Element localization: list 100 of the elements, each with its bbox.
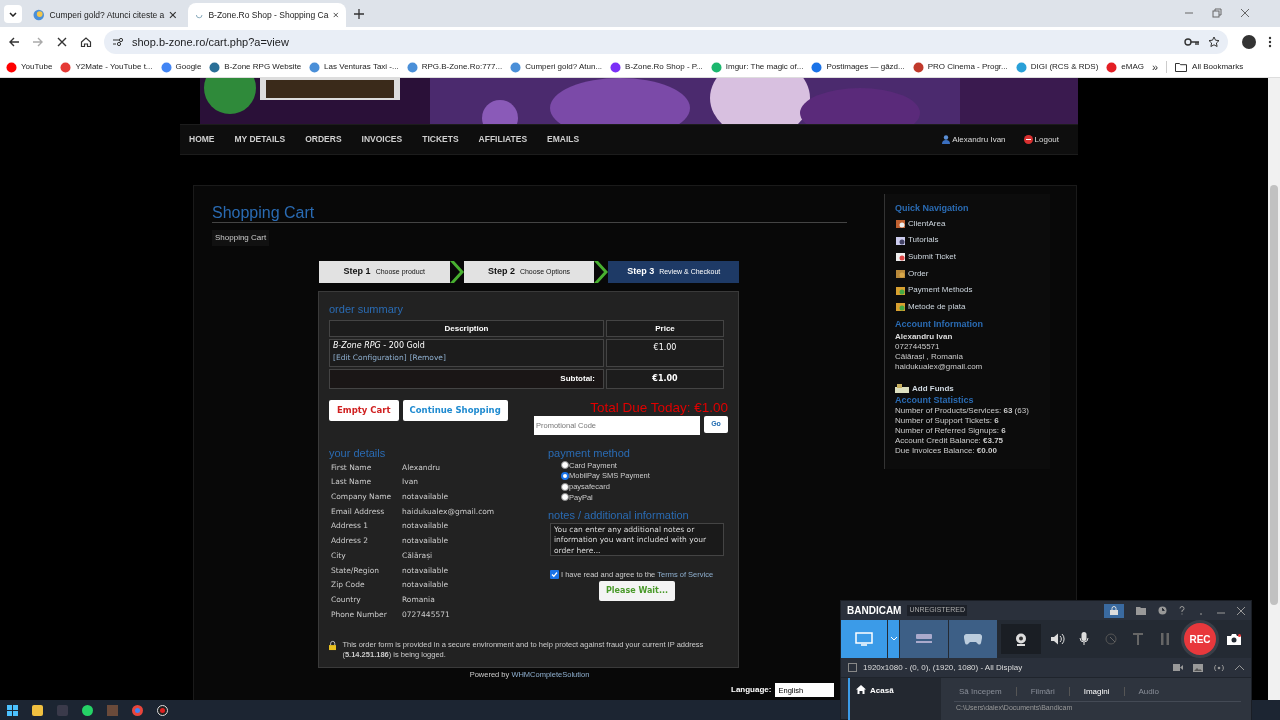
favicon-icon bbox=[811, 61, 823, 73]
section-heading: notes / additional information bbox=[548, 508, 690, 522]
bookmark[interactable]: RPG.B-Zone.Ro:777... bbox=[406, 61, 503, 73]
account-stat: Due Invoices Balance: €0.00 bbox=[895, 445, 998, 456]
favicon-icon bbox=[160, 61, 172, 73]
app-title: BANDICAM bbox=[847, 604, 902, 618]
menu-icon[interactable] bbox=[1268, 36, 1272, 48]
clock-icon[interactable] bbox=[1158, 606, 1167, 615]
close-icon[interactable] bbox=[169, 11, 177, 19]
microphone-icon[interactable] bbox=[1079, 632, 1089, 646]
bookmark[interactable]: Cumperi gold? Atun... bbox=[510, 61, 603, 73]
sidebar-link[interactable]: Submit Ticket bbox=[895, 248, 1050, 266]
nav-link[interactable]: TICKETS bbox=[422, 133, 459, 146]
bookmark[interactable]: eMAG bbox=[1106, 61, 1144, 73]
terms-checkbox[interactable] bbox=[550, 569, 559, 579]
close-icon[interactable] bbox=[333, 11, 339, 19]
record-button[interactable]: REC bbox=[1181, 620, 1219, 658]
folder-icon[interactable] bbox=[1136, 606, 1146, 615]
bandicam-tab[interactable]: Imagini bbox=[1069, 685, 1124, 698]
webcam-button[interactable] bbox=[1001, 624, 1041, 654]
profile-avatar[interactable] bbox=[1242, 35, 1256, 49]
monitor-icon bbox=[855, 632, 873, 646]
continue-shopping-button[interactable]: Continue Shopping bbox=[402, 400, 508, 421]
back-icon[interactable] bbox=[8, 36, 20, 48]
favicon-icon bbox=[209, 61, 221, 73]
close-icon[interactable] bbox=[1240, 8, 1250, 18]
add-funds-link[interactable]: Add Funds bbox=[895, 382, 1050, 395]
logout-link[interactable]: Logout bbox=[1023, 133, 1059, 146]
sidebar-link[interactable]: Order bbox=[895, 265, 1050, 282]
key-icon[interactable] bbox=[1184, 37, 1200, 47]
user-link[interactable]: Alexandru Ivan bbox=[942, 133, 1006, 146]
device-mode-button[interactable] bbox=[900, 620, 948, 658]
video-icon[interactable] bbox=[1173, 664, 1183, 671]
tab-list-button[interactable] bbox=[4, 5, 22, 23]
bookmark[interactable]: Postimages — găzd... bbox=[811, 61, 905, 73]
bookmark[interactable]: B-Zone RPG Website bbox=[209, 61, 302, 73]
bookmark[interactable]: B-Zone.Ro Shop - P... bbox=[610, 61, 703, 73]
breadcrumb[interactable]: Shopping Cart bbox=[212, 230, 270, 246]
nav-link[interactable]: AFFILIATES bbox=[478, 133, 528, 146]
record-icon[interactable] bbox=[157, 704, 168, 716]
app-icon[interactable] bbox=[32, 704, 43, 716]
sidebar-link[interactable]: Metode de plata bbox=[895, 298, 1050, 316]
windows-icon[interactable] bbox=[7, 704, 18, 716]
bookmark[interactable]: Google bbox=[160, 61, 202, 73]
checkbox[interactable] bbox=[848, 663, 857, 672]
chat-icon[interactable] bbox=[82, 704, 93, 716]
logout-icon bbox=[1023, 135, 1033, 144]
speaker-icon[interactable] bbox=[1051, 633, 1065, 645]
favicon-icon bbox=[912, 61, 924, 73]
sidebar-link[interactable]: ClientArea bbox=[895, 215, 1050, 233]
close-icon[interactable] bbox=[1237, 606, 1245, 615]
language-label: Language: bbox=[731, 684, 772, 697]
bandicam-tab[interactable]: Audio bbox=[1124, 685, 1173, 698]
bandicam-tab[interactable]: Filmări bbox=[1016, 685, 1069, 698]
subtotal-cell: €1.00 bbox=[606, 369, 724, 389]
new-tab-icon[interactable] bbox=[354, 9, 364, 19]
nav-link[interactable]: ORDERS bbox=[305, 133, 342, 146]
favicon-icon bbox=[60, 61, 72, 73]
nav-link[interactable]: INVOICES bbox=[361, 133, 403, 146]
help-icon[interactable] bbox=[1179, 606, 1185, 615]
home-icon bbox=[856, 685, 866, 694]
gamepad-icon bbox=[964, 633, 982, 645]
bookmark[interactable]: PRO Cinema - Progr... bbox=[912, 61, 1008, 73]
restore-icon[interactable] bbox=[1212, 8, 1222, 18]
sidebar-heading: Account Information bbox=[895, 318, 984, 332]
chevron-up-icon[interactable] bbox=[1235, 665, 1244, 670]
bookmark[interactable]: Las Venturas Taxi -... bbox=[309, 61, 399, 73]
pause-icon[interactable] bbox=[1161, 633, 1169, 645]
empty-cart-button[interactable]: Empty Cart bbox=[329, 400, 399, 421]
home-nav-item[interactable]: Acasă bbox=[848, 678, 941, 720]
broadcast-icon[interactable] bbox=[1213, 663, 1225, 672]
sidebar-link[interactable]: Tutorials bbox=[895, 232, 1050, 249]
account-stat: Number of Support Tickets: 6 bbox=[895, 415, 1000, 426]
nav-link[interactable]: EMAILS bbox=[547, 133, 580, 146]
scrollbar[interactable] bbox=[1268, 78, 1280, 700]
all-bookmarks-button[interactable]: All Bookmarks bbox=[1175, 61, 1244, 73]
stop-icon[interactable] bbox=[56, 36, 68, 48]
bandicam-tab[interactable]: Să începem bbox=[954, 685, 1016, 698]
text-icon[interactable] bbox=[1133, 633, 1143, 645]
sidebar-item-icon bbox=[895, 218, 906, 230]
browser-icon[interactable] bbox=[132, 704, 143, 716]
bookmark[interactable]: DIGI (RCS & RDS) bbox=[1015, 61, 1099, 73]
account-stat: Account Credit Balance: €3.75 bbox=[895, 435, 1005, 446]
image-icon[interactable] bbox=[1193, 663, 1203, 672]
game-mode-button[interactable] bbox=[949, 620, 997, 658]
camera-icon[interactable] bbox=[1227, 633, 1241, 645]
star-icon[interactable] bbox=[1208, 36, 1220, 48]
address-bar[interactable]: shop.b-zone.ro/cart.php?a=view bbox=[104, 30, 1228, 54]
more-bookmarks-button[interactable]: » bbox=[1151, 58, 1159, 76]
nav-link[interactable]: HOME bbox=[189, 133, 215, 146]
browser-tab[interactable]: B-Zone.Ro Shop - Shopping Ca bbox=[188, 3, 346, 27]
webcam-icon bbox=[1015, 632, 1027, 646]
home-icon[interactable] bbox=[80, 36, 92, 48]
bookmark[interactable]: YouTube bbox=[6, 61, 53, 73]
lock-icon[interactable] bbox=[1110, 606, 1118, 615]
nav-link[interactable]: MY DETAILS bbox=[234, 133, 286, 146]
bookmark[interactable]: Y2Mate - YouTube t... bbox=[60, 61, 153, 73]
sidebar-link[interactable]: Payment Methods bbox=[895, 281, 1050, 299]
site-info-icon[interactable] bbox=[112, 37, 124, 47]
bookmark[interactable]: Imgur: The magic of... bbox=[710, 61, 804, 73]
